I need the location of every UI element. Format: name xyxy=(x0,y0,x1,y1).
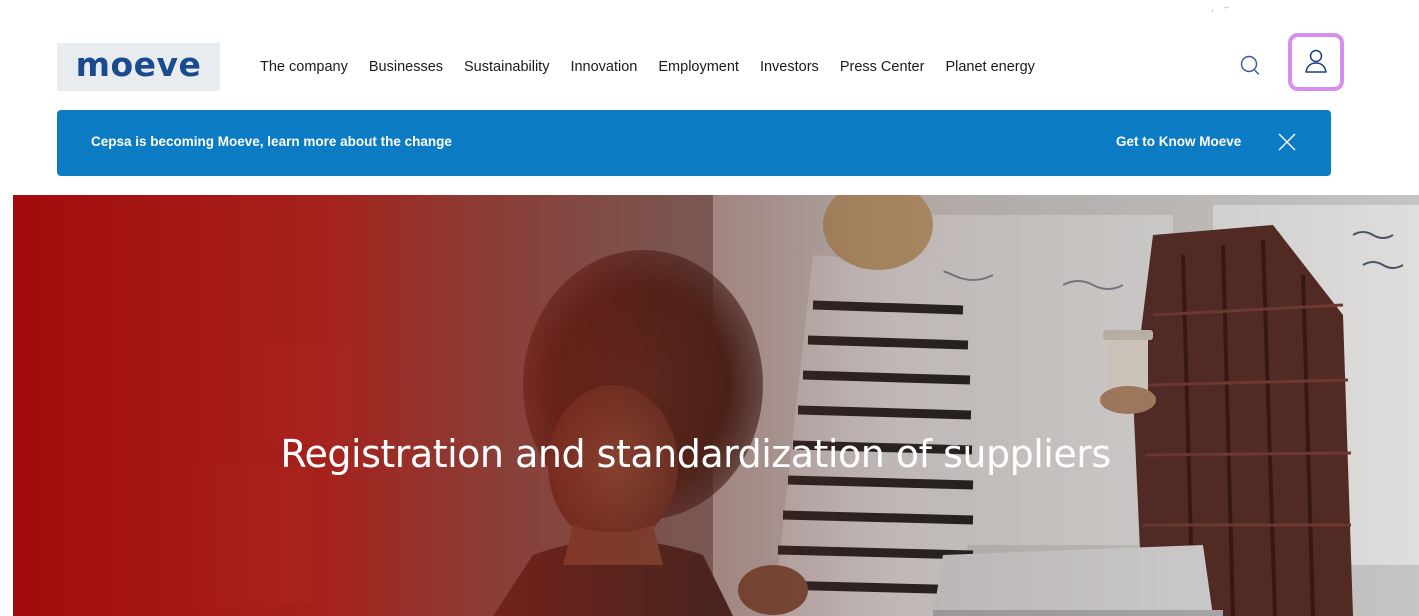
nav-item-sustainability[interactable]: Sustainability xyxy=(464,59,549,75)
nav-item-businesses[interactable]: Businesses xyxy=(369,59,443,75)
user-icon xyxy=(1305,49,1327,73)
banner-close-button[interactable] xyxy=(1275,130,1299,154)
nav-item-press-center[interactable]: Press Center xyxy=(840,59,925,75)
nav-item-planet-energy[interactable]: Planet energy xyxy=(945,59,1034,75)
get-to-know-moeve-link[interactable]: Get to Know Moeve xyxy=(1116,134,1241,149)
nav-item-innovation[interactable]: Innovation xyxy=(570,59,637,75)
close-icon xyxy=(1278,133,1296,151)
banner-text: Cepsa is becoming Moeve, learn more abou… xyxy=(91,134,452,149)
hero-image xyxy=(13,195,1419,616)
nav-item-investors[interactable]: Investors xyxy=(760,59,819,75)
hero-title: Registration and standardization of supp… xyxy=(280,432,1111,477)
nav-item-employment[interactable]: Employment xyxy=(658,59,739,75)
main-nav: The company Businesses Sustainability In… xyxy=(260,56,1056,78)
search-icon xyxy=(1240,55,1260,75)
nav-item-the-company[interactable]: The company xyxy=(260,59,348,75)
logo-link[interactable]: moeve xyxy=(57,43,220,91)
user-account-button[interactable] xyxy=(1288,33,1344,91)
page: moeve The company Businesses Sustainabil… xyxy=(0,0,1419,616)
announcement-banner: Cepsa is becoming Moeve, learn more abou… xyxy=(57,110,1331,176)
search-button[interactable] xyxy=(1238,53,1266,81)
decorative-marks xyxy=(1211,6,1230,13)
hero-section: Registration and standardization of supp… xyxy=(13,195,1419,616)
brand-logo: moeve xyxy=(75,44,202,84)
